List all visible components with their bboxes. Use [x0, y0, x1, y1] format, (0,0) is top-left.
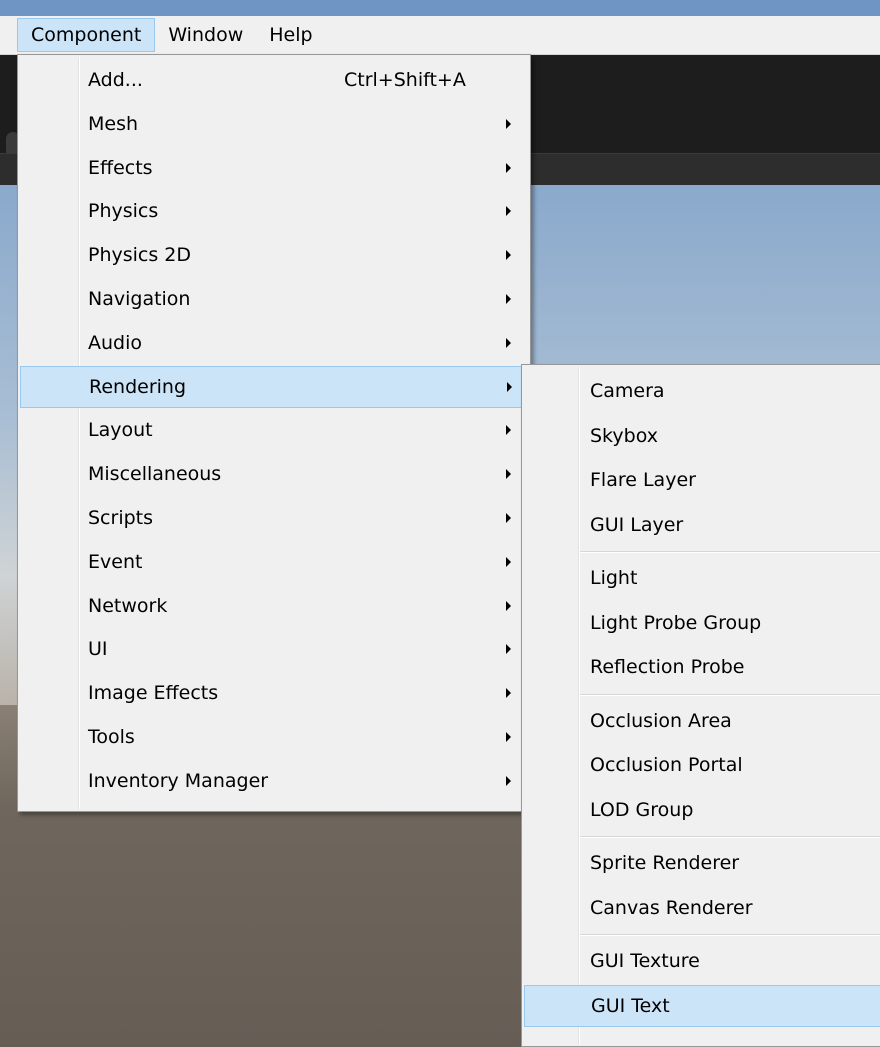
- submenu-arrow-icon: [506, 337, 511, 348]
- menubar-item-component[interactable]: Component: [17, 18, 156, 52]
- submenu-item-gui-texture[interactable]: GUI Texture: [524, 940, 880, 982]
- submenu-item-light[interactable]: Light: [524, 557, 880, 599]
- submenu-separator: [580, 551, 880, 553]
- menubar: Component Window Help: [0, 16, 880, 55]
- submenu-item-canvas-renderer[interactable]: Canvas Renderer: [524, 887, 880, 929]
- submenu-item-gui-text[interactable]: GUI Text: [524, 984, 880, 1027]
- submenu-arrow-icon: [506, 162, 511, 173]
- menu-item-inventory-manager[interactable]: Inventory Manager: [20, 760, 528, 802]
- submenu-arrow-icon: [506, 688, 511, 699]
- submenu-item-label: Canvas Renderer: [590, 896, 753, 919]
- menu-item-network[interactable]: Network: [20, 585, 528, 627]
- menu-item-audio[interactable]: Audio: [20, 322, 528, 364]
- submenu-separator: [580, 693, 880, 696]
- menu-item-label: Physics 2D: [88, 244, 192, 267]
- submenu-arrow-icon: [506, 206, 511, 217]
- submenu-item-label: GUI Layer: [590, 513, 684, 536]
- submenu-arrow-icon: [507, 381, 512, 392]
- menu-item-label: Mesh: [88, 112, 139, 135]
- submenu-item-flare-layer[interactable]: Flare Layer: [524, 459, 880, 501]
- submenu-item-sprite-renderer[interactable]: Sprite Renderer: [524, 842, 880, 884]
- submenu-item-label: Flare Layer: [590, 469, 696, 491]
- submenu-arrow-icon: [506, 250, 511, 261]
- submenu-arrow-icon: [506, 469, 511, 480]
- menu-item-tools[interactable]: Tools: [20, 716, 528, 758]
- submenu-item-label: Sprite Renderer: [590, 852, 740, 874]
- menu-item-label: Event: [88, 550, 143, 573]
- submenu-arrow-icon: [506, 644, 511, 655]
- menu-item-physics-2d[interactable]: Physics 2D: [20, 234, 528, 276]
- submenu-item-label: Camera: [590, 380, 665, 402]
- submenu-arrow-icon: [506, 600, 511, 611]
- submenu-item-label: Light Probe Group: [590, 611, 762, 634]
- menu-item-mesh[interactable]: Mesh: [20, 103, 528, 145]
- submenu-arrow-icon: [506, 556, 511, 567]
- component-menu: Add... Ctrl+Shift+A Mesh Effects Physics Phys…: [17, 54, 531, 812]
- menu-item-physics[interactable]: Physics: [20, 190, 528, 232]
- submenu-item-skybox[interactable]: Skybox: [524, 415, 880, 457]
- menu-item-label: Physics: [88, 200, 159, 223]
- menu-item-event[interactable]: Event: [20, 541, 528, 583]
- submenu-arrow-icon: [506, 294, 511, 304]
- window-title-strip: [0, 0, 880, 16]
- submenu-item-reflection-probe[interactable]: Reflection Probe: [524, 646, 880, 688]
- submenu-item-camera[interactable]: Camera: [524, 370, 880, 412]
- submenu-separator: [580, 934, 880, 936]
- menu-item-label: UI: [88, 638, 108, 661]
- submenu-arrow-icon: [506, 513, 511, 523]
- submenu-separator: [580, 836, 880, 838]
- submenu-arrow-icon: [506, 425, 511, 436]
- menubar-item-help[interactable]: Help: [256, 18, 325, 52]
- menu-item-ui[interactable]: UI: [20, 628, 528, 670]
- submenu-arrow-icon: [506, 118, 511, 129]
- submenu-arrow-icon: [506, 775, 511, 786]
- menu-item-label: Scripts: [88, 507, 154, 529]
- submenu-item-label: Reflection Probe: [590, 656, 745, 678]
- menu-item-label: Inventory Manager: [88, 769, 269, 792]
- submenu-arrow-icon: [506, 732, 511, 742]
- menu-item-label: Layout: [88, 419, 153, 442]
- menu-item-rendering[interactable]: Rendering: [20, 365, 528, 408]
- submenu-item-gui-layer[interactable]: GUI Layer: [524, 504, 880, 546]
- menu-item-effects[interactable]: Effects: [20, 147, 528, 189]
- submenu-item-label: Skybox: [590, 424, 658, 447]
- menubar-item-window[interactable]: Window: [155, 18, 256, 52]
- menu-item-miscellaneous[interactable]: Miscellaneous: [20, 453, 528, 495]
- menu-item-scripts[interactable]: Scripts: [20, 497, 528, 539]
- submenu-item-label: GUI Texture: [590, 950, 700, 972]
- menu-item-label: Navigation: [88, 288, 191, 310]
- menu-item-label: Tools: [88, 726, 135, 748]
- menu-item-label: Miscellaneous: [88, 463, 222, 486]
- submenu-item-label: Occlusion Portal: [590, 754, 743, 776]
- menu-item-shortcut: Ctrl+Shift+A: [344, 69, 466, 91]
- menu-item-navigation[interactable]: Navigation: [20, 278, 528, 320]
- submenu-item-occlusion-area[interactable]: Occlusion Area: [524, 700, 880, 742]
- menu-item-label: Audio: [88, 331, 143, 354]
- submenu-item-occlusion-portal[interactable]: Occlusion Portal: [524, 744, 880, 786]
- rendering-submenu: Camera Skybox Flare Layer GUI Layer Light Lig…: [521, 364, 880, 1047]
- menu-item-label: Network: [88, 594, 168, 617]
- submenu-item-label: GUI Text: [591, 994, 670, 1017]
- submenu-item-label: Light: [590, 567, 638, 589]
- menu-item-label: Image Effects: [88, 682, 219, 705]
- submenu-item-lod-group[interactable]: LOD Group: [524, 789, 880, 831]
- submenu-item-label: LOD Group: [590, 798, 694, 821]
- menu-item-label: Rendering: [89, 375, 187, 398]
- submenu-item-label: Occlusion Area: [590, 709, 732, 732]
- menu-item-label: Add...: [88, 69, 143, 91]
- menu-item-label: Effects: [88, 156, 153, 179]
- submenu-item-light-probe-group[interactable]: Light Probe Group: [524, 602, 880, 644]
- menu-item-layout[interactable]: Layout: [20, 409, 528, 451]
- menu-item-add[interactable]: Add... Ctrl+Shift+A: [20, 59, 528, 101]
- menu-item-image-effects[interactable]: Image Effects: [20, 672, 528, 714]
